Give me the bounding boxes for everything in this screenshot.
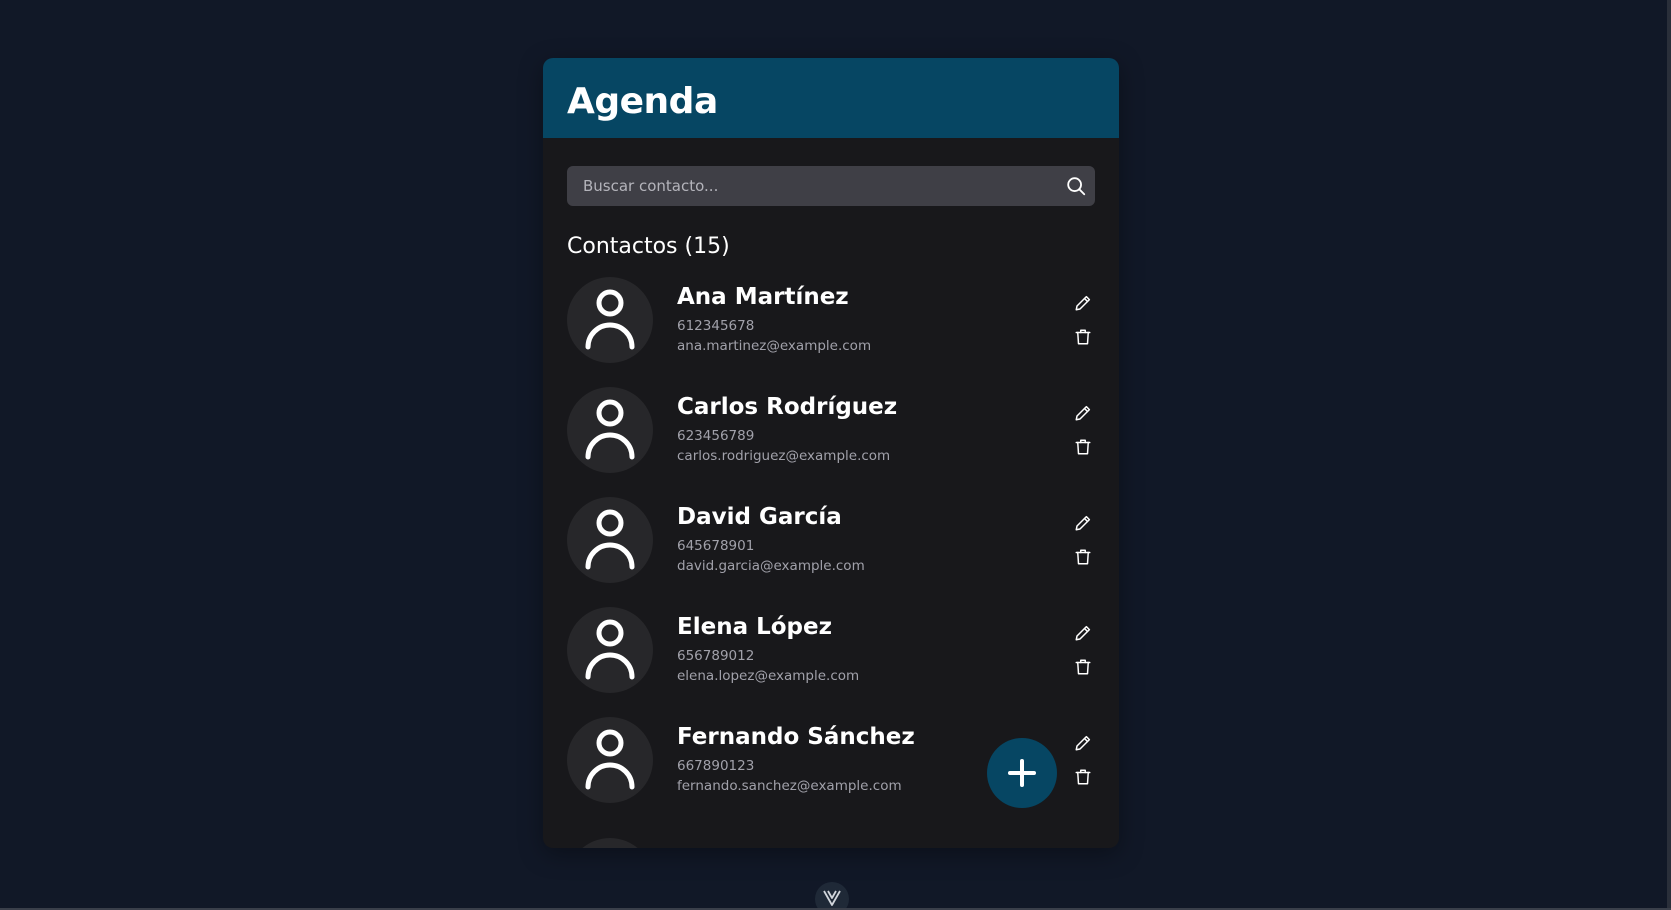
edit-contact-button[interactable] xyxy=(1073,513,1093,533)
contact-actions xyxy=(1071,733,1095,787)
contact-email: elena.lopez@example.com xyxy=(677,668,860,684)
trash-icon xyxy=(1075,659,1091,675)
contacts-heading: Contactos (15) xyxy=(567,234,730,259)
user-icon xyxy=(567,717,653,803)
delete-contact-button[interactable] xyxy=(1073,437,1093,457)
delete-contact-button[interactable] xyxy=(1073,657,1093,677)
user-icon xyxy=(567,607,653,693)
search-icon[interactable] xyxy=(1065,175,1087,197)
delete-contact-button[interactable] xyxy=(1073,767,1093,787)
edit-contact-button[interactable] xyxy=(1073,403,1093,423)
page: Agenda Contactos (15) xyxy=(0,0,1671,910)
contact-item[interactable]: David García 645678901 david.garcia@exam… xyxy=(567,497,1095,583)
contact-info: Carlos Rodríguez 623456789 carlos.rodrig… xyxy=(677,394,1071,466)
agenda-app: Agenda Contactos (15) xyxy=(543,58,1119,848)
contact-email: ana.martinez@example.com xyxy=(677,338,872,354)
contact-phone: 645678901 xyxy=(677,538,755,554)
page-scrollbar[interactable] xyxy=(1667,0,1671,910)
contact-item[interactable]: Ana Martínez 612345678 ana.martinez@exam… xyxy=(567,277,1095,363)
vue-devtools-icon[interactable] xyxy=(815,882,849,910)
contact-name: Carlos Rodríguez xyxy=(677,394,898,420)
pencil-icon xyxy=(1075,625,1091,641)
contact-item[interactable]: Carlos Rodríguez 623456789 carlos.rodrig… xyxy=(567,387,1095,473)
next-contact-avatar xyxy=(567,838,653,848)
contact-name: Ana Martínez xyxy=(677,284,849,310)
edit-contact-button[interactable] xyxy=(1073,733,1093,753)
search-input[interactable] xyxy=(567,166,1095,206)
contact-phone: 612345678 xyxy=(677,318,755,334)
pencil-icon xyxy=(1075,515,1091,531)
pencil-icon xyxy=(1075,735,1091,751)
app-content: Contactos (15) Ana Martínez 612345678 an… xyxy=(543,138,1119,803)
contact-name: David García xyxy=(677,504,842,530)
search-box xyxy=(567,166,1095,206)
contact-actions xyxy=(1071,403,1095,457)
user-icon xyxy=(567,387,653,473)
contact-actions xyxy=(1071,623,1095,677)
pencil-icon xyxy=(1075,295,1091,311)
user-icon xyxy=(567,497,653,583)
contact-info: Ana Martínez 612345678 ana.martinez@exam… xyxy=(677,284,1071,356)
delete-contact-button[interactable] xyxy=(1073,327,1093,347)
trash-icon xyxy=(1075,549,1091,565)
contact-info: David García 645678901 david.garcia@exam… xyxy=(677,504,1071,576)
user-icon xyxy=(567,277,653,363)
contact-info: Elena López 656789012 elena.lopez@exampl… xyxy=(677,614,1071,686)
contact-phone: 656789012 xyxy=(677,648,755,664)
plus-icon xyxy=(1008,759,1036,787)
edit-contact-button[interactable] xyxy=(1073,623,1093,643)
trash-icon xyxy=(1075,329,1091,345)
contact-email: david.garcia@example.com xyxy=(677,558,865,574)
contact-actions xyxy=(1071,293,1095,347)
contact-item[interactable]: Elena López 656789012 elena.lopez@exampl… xyxy=(567,607,1095,693)
app-title: Agenda xyxy=(567,80,718,122)
contact-actions xyxy=(1071,513,1095,567)
edit-contact-button[interactable] xyxy=(1073,293,1093,313)
contact-name: Elena López xyxy=(677,614,833,640)
pencil-icon xyxy=(1075,405,1091,421)
add-contact-button[interactable] xyxy=(987,738,1057,808)
contact-list: Ana Martínez 612345678 ana.martinez@exam… xyxy=(567,277,1095,803)
trash-icon xyxy=(1075,769,1091,785)
app-header: Agenda xyxy=(543,58,1119,138)
contact-email: carlos.rodriguez@example.com xyxy=(677,448,891,464)
trash-icon xyxy=(1075,439,1091,455)
delete-contact-button[interactable] xyxy=(1073,547,1093,567)
contact-phone: 623456789 xyxy=(677,428,755,444)
